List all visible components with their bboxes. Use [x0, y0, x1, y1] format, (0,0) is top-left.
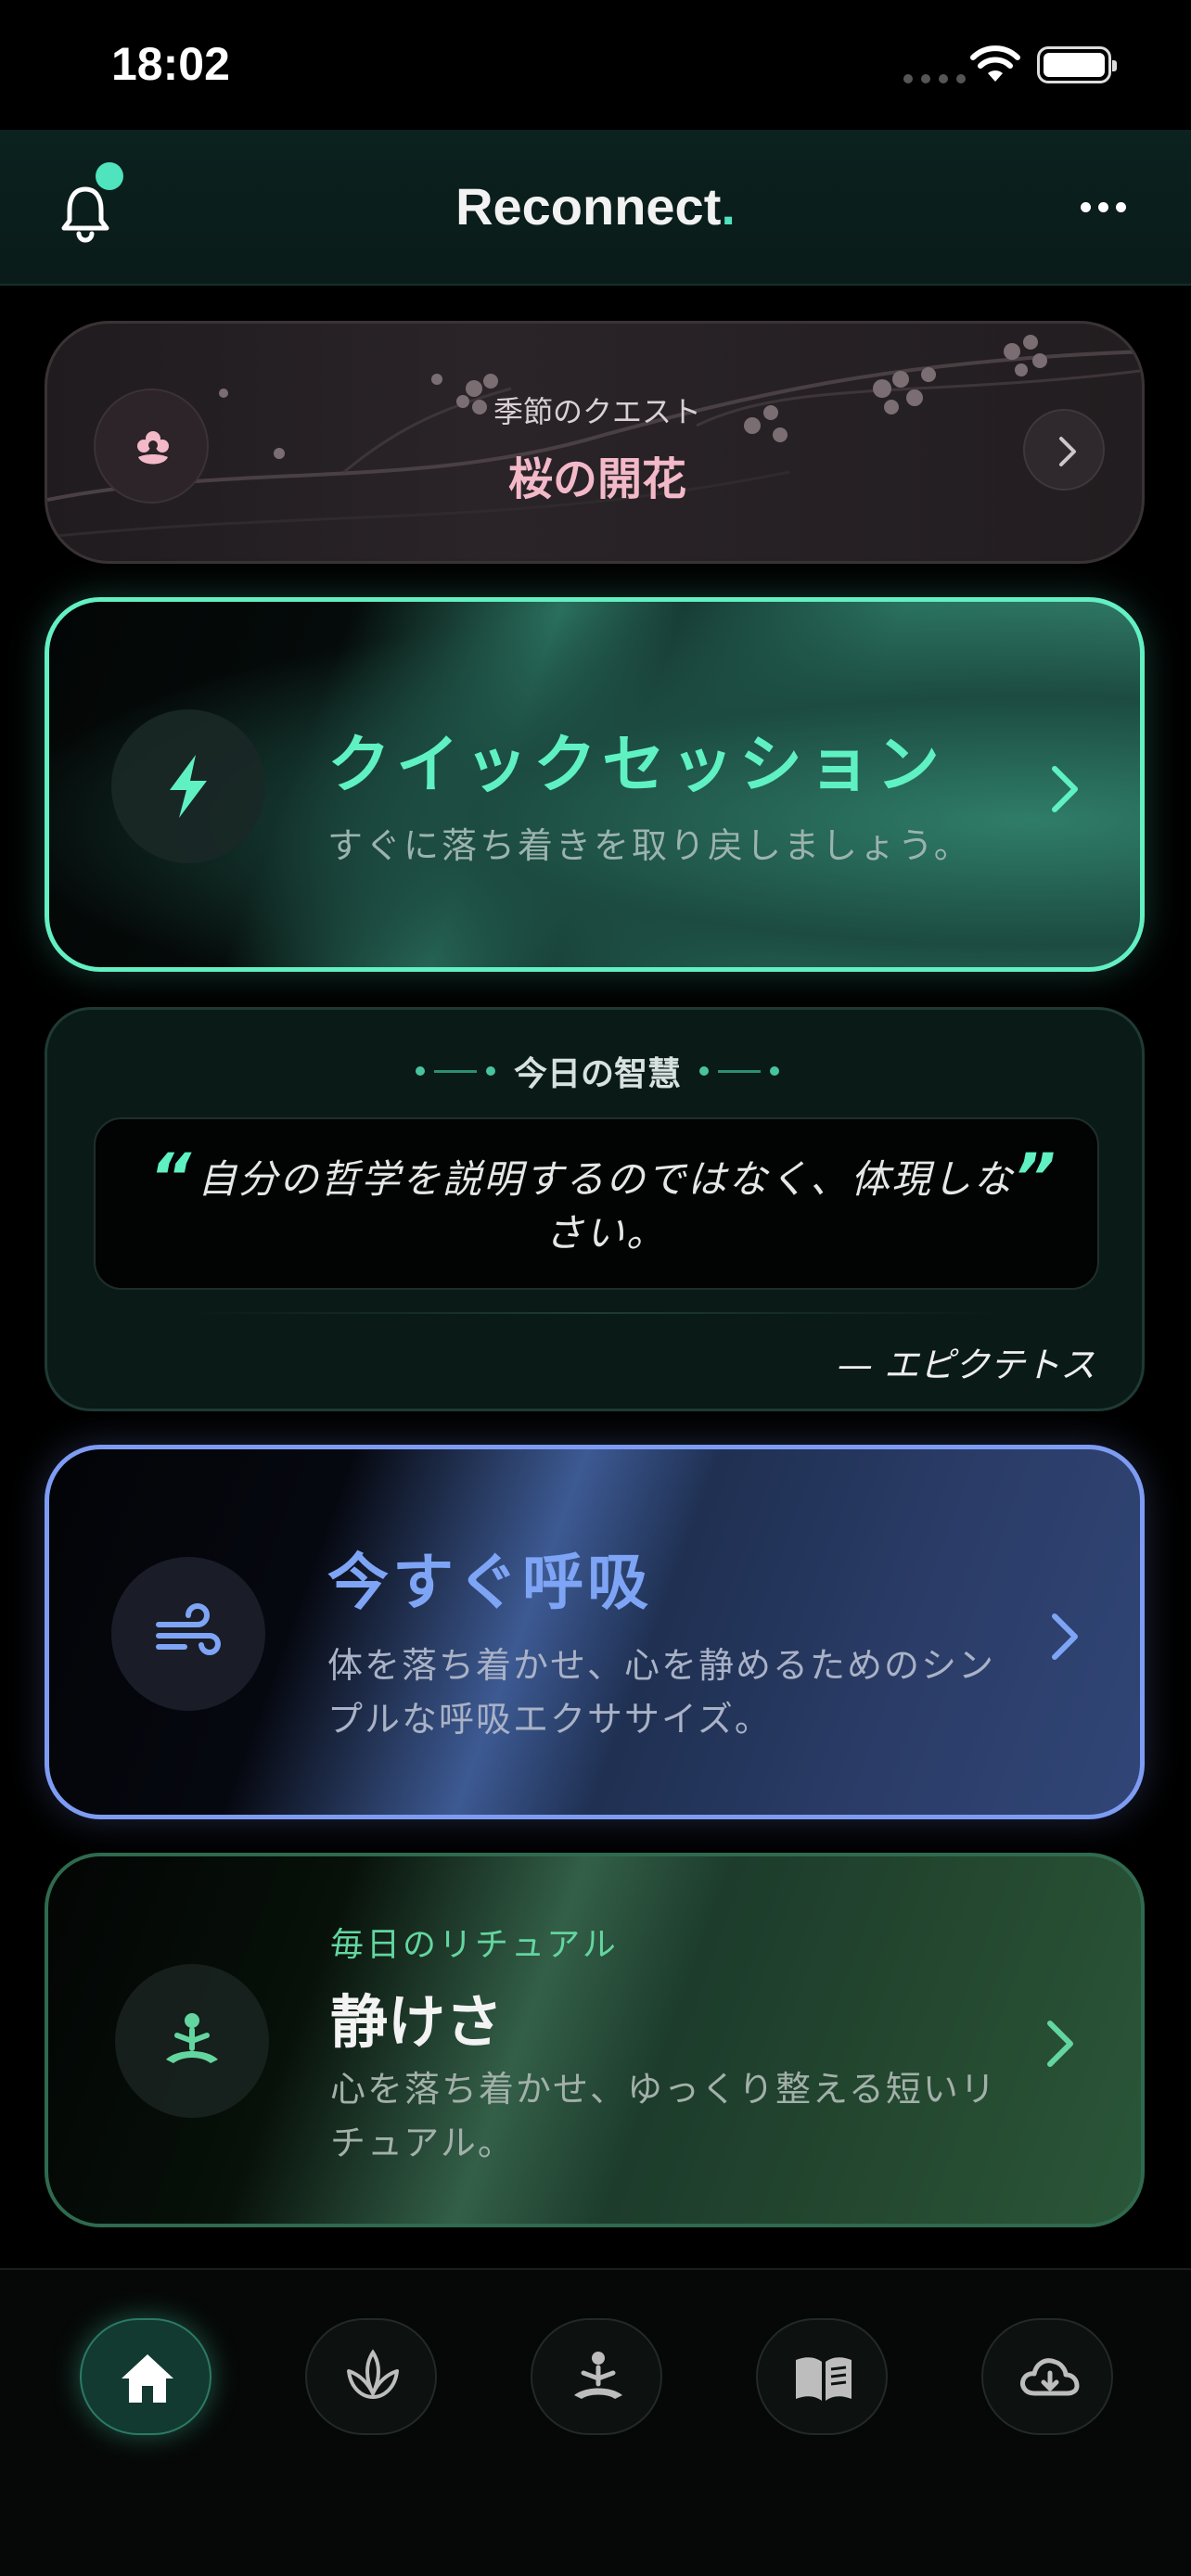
tab-meditate[interactable] — [531, 2318, 662, 2435]
wisdom-header: 今日の智慧 — [47, 1047, 1147, 1095]
more-options-icon[interactable] — [1081, 202, 1126, 212]
chevron-right-icon — [1052, 1613, 1078, 1660]
lightning-icon — [170, 755, 207, 818]
quote-box: “ 自分の哲学を説明するのではなく、体現しなさい。 ” — [94, 1117, 1099, 1290]
tab-journal[interactable] — [756, 2318, 888, 2435]
daily-ritual-card[interactable]: 毎日のリチュアル 静けさ 心を落ち着かせ、ゆっくり整える短いリチュアル。 — [45, 1853, 1145, 2227]
chevron-right-icon — [1059, 437, 1076, 466]
ritual-kicker: 毎日のリチュアル — [330, 1926, 619, 1964]
wisdom-deco-right — [699, 1066, 779, 1076]
quote-author: — エピクテトス — [837, 1345, 1095, 1385]
ritual-title: 静けさ — [330, 1988, 504, 2056]
quick-session-card[interactable]: クイックセッション すぐに落ち着きを取り戻しましょう。 — [45, 597, 1145, 972]
cellular-signal-icon — [903, 74, 966, 83]
seasonal-quest-banner[interactable]: 季節のクエスト 桜の開花 — [45, 321, 1145, 564]
home-icon — [122, 2354, 173, 2403]
ritual-icon-badge — [115, 1964, 269, 2118]
cloud-download-icon — [1020, 2358, 1080, 2396]
tab-home[interactable] — [80, 2318, 211, 2435]
chevron-right-icon — [1052, 766, 1078, 812]
app-title: Reconnect. — [455, 177, 736, 236]
open-quote-icon: “ — [149, 1140, 192, 1216]
daily-wisdom-card: 今日の智慧 “ 自分の哲学を説明するのではなく、体現しなさい。 ” — エピクテ… — [45, 1007, 1145, 1411]
tab-growth[interactable] — [305, 2318, 437, 2435]
status-bar: 18:02 — [0, 0, 1191, 130]
tab-bar — [0, 2268, 1191, 2576]
book-icon — [796, 2357, 852, 2401]
wind-icon — [156, 1603, 221, 1655]
breathe-now-card[interactable]: 今すぐ呼吸 体を落ち着かせ、心を静めるためのシンプルな呼吸エクササイズ。 — [45, 1445, 1145, 1819]
lotus-icon — [347, 2349, 399, 2399]
wisdom-label: 今日の智慧 — [513, 1055, 681, 1093]
quick-session-title: クイックセッション — [327, 729, 946, 802]
close-quote-icon: ” — [1014, 1140, 1057, 1216]
quest-title: 桜の開花 — [507, 453, 686, 505]
quest-subtitle: 季節のクエスト — [493, 394, 701, 429]
breathe-subtitle: 体を落ち着かせ、心を静めるためのシンプルな呼吸エクササイズ。 — [327, 1645, 996, 1740]
meditation-icon — [166, 2013, 218, 2063]
ritual-subtitle: 心を落ち着かせ、ゆっくり整える短いリチュアル。 — [330, 2069, 997, 2163]
wifi-icon — [970, 45, 1020, 82]
status-time: 18:02 — [111, 38, 230, 90]
quote-text: 自分の哲学を説明するのではなく、体現しなさい。 — [197, 1156, 1014, 1256]
quest-arrow-button[interactable] — [1023, 409, 1105, 491]
meditation-icon — [574, 2352, 622, 2399]
quick-session-icon-badge — [111, 709, 265, 863]
breathe-icon-badge — [111, 1557, 265, 1711]
breathe-title: 今すぐ呼吸 — [327, 1547, 652, 1618]
divider — [186, 1312, 1003, 1314]
quick-session-subtitle: すぐに落ち着きを取り戻しましょう。 — [327, 825, 972, 866]
wisdom-deco-left — [415, 1066, 495, 1076]
app-header: Reconnect. — [0, 130, 1191, 286]
tab-download[interactable] — [981, 2318, 1113, 2435]
battery-icon — [1037, 46, 1117, 83]
chevron-right-icon — [1047, 2021, 1073, 2067]
